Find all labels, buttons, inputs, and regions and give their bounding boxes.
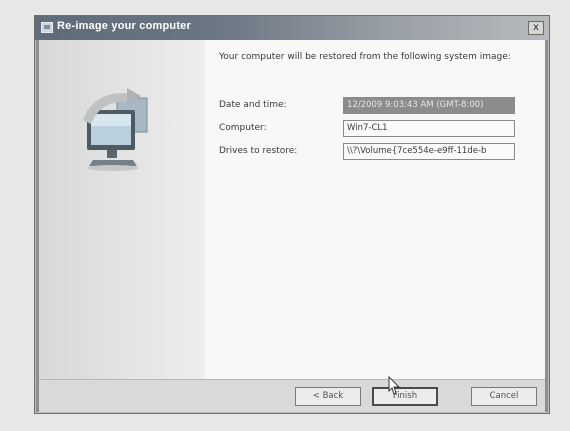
restore-app-icon bbox=[41, 22, 53, 33]
close-button[interactable]: x bbox=[528, 21, 544, 35]
screenshot-page: Re-image your computer x Your computer w… bbox=[0, 0, 570, 431]
wizard-sidebar bbox=[39, 40, 205, 379]
restore-computer-illustration bbox=[83, 88, 148, 171]
computer-field[interactable]: Win7-CL1 bbox=[343, 120, 515, 137]
cancel-button[interactable]: Cancel bbox=[471, 387, 537, 406]
drives-row: Drives to restore: \\?\Volume{7ce554e-e9… bbox=[219, 143, 539, 161]
dialog-content: Your computer will be restored from the … bbox=[39, 40, 545, 379]
back-button[interactable]: < Back bbox=[295, 387, 361, 406]
date-time-row: Date and time: 12/2009 9:03:43 AM (GMT-8… bbox=[219, 97, 539, 115]
finish-button[interactable]: Finish bbox=[372, 387, 438, 406]
date-time-label: Date and time: bbox=[219, 100, 287, 110]
date-time-field[interactable]: 12/2009 9:03:43 AM (GMT-8:00) bbox=[343, 97, 515, 114]
computer-row: Computer: Win7-CL1 bbox=[219, 120, 539, 138]
intro-text: Your computer will be restored from the … bbox=[219, 52, 511, 62]
drives-field[interactable]: \\?\Volume{7ce554e-e9ff-11de-b bbox=[343, 143, 515, 160]
drives-label: Drives to restore: bbox=[219, 146, 298, 156]
button-bar: < Back Finish Cancel bbox=[39, 379, 545, 412]
reimage-dialog: Re-image your computer x Your computer w… bbox=[34, 15, 550, 414]
computer-label: Computer: bbox=[219, 123, 267, 133]
mouse-pointer-icon bbox=[388, 376, 401, 395]
title-bar[interactable]: Re-image your computer x bbox=[35, 16, 549, 40]
wizard-main: Your computer will be restored from the … bbox=[205, 40, 545, 379]
window-title: Re-image your computer bbox=[57, 20, 191, 32]
